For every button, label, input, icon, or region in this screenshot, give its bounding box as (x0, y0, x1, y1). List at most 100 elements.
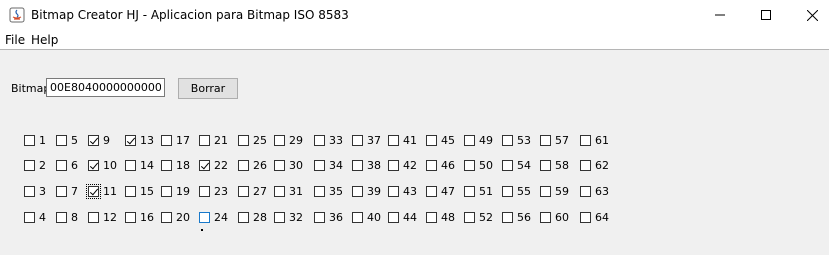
field-8-checkbox[interactable]: 8 (56, 210, 78, 224)
field-15-checkbox[interactable]: 15 (125, 184, 154, 198)
field-59-checkbox[interactable]: 59 (540, 184, 569, 198)
checkbox-empty-icon[interactable] (238, 134, 249, 146)
checkbox-empty-icon[interactable] (161, 211, 172, 223)
checkbox-empty-icon[interactable] (352, 159, 363, 171)
field-9-checkbox[interactable]: 9 (88, 133, 110, 147)
field-58-checkbox[interactable]: 58 (540, 158, 569, 172)
field-48-checkbox[interactable]: 48 (426, 210, 455, 224)
field-22-checkbox[interactable]: 22 (199, 158, 228, 172)
maximize-button[interactable] (743, 0, 789, 30)
checkbox-empty-icon[interactable] (502, 159, 513, 171)
field-55-checkbox[interactable]: 55 (502, 184, 531, 198)
field-30-checkbox[interactable]: 30 (274, 158, 303, 172)
field-25-checkbox[interactable]: 25 (238, 133, 267, 147)
field-33-checkbox[interactable]: 33 (314, 133, 343, 147)
menu-help[interactable]: Help (31, 33, 58, 47)
checkbox-empty-icon[interactable] (388, 159, 399, 171)
checkbox-empty-icon[interactable] (199, 185, 210, 197)
field-6-checkbox[interactable]: 6 (56, 158, 78, 172)
field-10-checkbox[interactable]: 10 (88, 158, 117, 172)
checkbox-empty-icon[interactable] (464, 134, 475, 146)
checkbox-empty-icon[interactable] (314, 134, 325, 146)
field-56-checkbox[interactable]: 56 (502, 210, 531, 224)
field-45-checkbox[interactable]: 45 (426, 133, 455, 147)
field-23-checkbox[interactable]: 23 (199, 184, 228, 198)
checkbox-empty-icon[interactable] (56, 159, 67, 171)
field-62-checkbox[interactable]: 62 (580, 158, 609, 172)
borrar-button[interactable]: Borrar (178, 78, 238, 99)
checkbox-empty-icon[interactable] (502, 185, 513, 197)
checkbox-empty-icon[interactable] (24, 211, 35, 223)
field-34-checkbox[interactable]: 34 (314, 158, 343, 172)
checkbox-empty-icon[interactable] (426, 159, 437, 171)
checkbox-empty-icon[interactable] (274, 185, 285, 197)
field-16-checkbox[interactable]: 16 (125, 210, 154, 224)
checkbox-empty-icon[interactable] (24, 159, 35, 171)
field-47-checkbox[interactable]: 47 (426, 184, 455, 198)
checkbox-empty-icon[interactable] (125, 159, 136, 171)
checkbox-empty-icon[interactable] (56, 211, 67, 223)
checkbox-empty-icon[interactable] (161, 159, 172, 171)
field-24-checkbox[interactable]: 24 (199, 210, 228, 224)
checkbox-empty-icon[interactable] (314, 185, 325, 197)
checkbox-empty-icon[interactable] (199, 134, 210, 146)
minimize-button[interactable] (697, 0, 743, 30)
checkbox-empty-icon[interactable] (161, 134, 172, 146)
field-13-checkbox[interactable]: 13 (125, 133, 154, 147)
field-52-checkbox[interactable]: 52 (464, 210, 493, 224)
checkbox-checked-icon[interactable] (88, 159, 99, 171)
checkbox-empty-icon[interactable] (352, 211, 363, 223)
checkbox-empty-icon[interactable] (580, 159, 591, 171)
field-36-checkbox[interactable]: 36 (314, 210, 343, 224)
field-3-checkbox[interactable]: 3 (24, 184, 46, 198)
field-21-checkbox[interactable]: 21 (199, 133, 228, 147)
checkbox-empty-icon[interactable] (56, 185, 67, 197)
checkbox-empty-icon[interactable] (238, 185, 249, 197)
field-44-checkbox[interactable]: 44 (388, 210, 417, 224)
field-37-checkbox[interactable]: 37 (352, 133, 381, 147)
checkbox-empty-icon[interactable] (502, 134, 513, 146)
checkbox-empty-icon[interactable] (88, 211, 99, 223)
field-63-checkbox[interactable]: 63 (580, 184, 609, 198)
checkbox-empty-icon[interactable] (426, 211, 437, 223)
checkbox-checked-icon[interactable] (88, 134, 99, 146)
field-4-checkbox[interactable]: 4 (24, 210, 46, 224)
close-button[interactable] (789, 0, 829, 30)
field-57-checkbox[interactable]: 57 (540, 133, 569, 147)
field-12-checkbox[interactable]: 12 (88, 210, 117, 224)
field-35-checkbox[interactable]: 35 (314, 184, 343, 198)
checkbox-empty-icon[interactable] (24, 134, 35, 146)
checkbox-empty-icon[interactable] (238, 159, 249, 171)
checkbox-empty-icon[interactable] (125, 211, 136, 223)
checkbox-empty-icon[interactable] (274, 159, 285, 171)
checkbox-empty-icon[interactable] (426, 185, 437, 197)
field-29-checkbox[interactable]: 29 (274, 133, 303, 147)
checkbox-checked-icon[interactable] (125, 134, 136, 146)
field-53-checkbox[interactable]: 53 (502, 133, 531, 147)
field-38-checkbox[interactable]: 38 (352, 158, 381, 172)
field-11-checkbox[interactable]: 11 (86, 183, 117, 199)
field-60-checkbox[interactable]: 60 (540, 210, 569, 224)
field-43-checkbox[interactable]: 43 (388, 184, 417, 198)
checkbox-empty-icon[interactable] (464, 159, 475, 171)
checkbox-empty-icon[interactable] (540, 159, 551, 171)
checkbox-empty-icon[interactable] (388, 211, 399, 223)
field-27-checkbox[interactable]: 27 (238, 184, 267, 198)
checkbox-empty-icon[interactable] (580, 211, 591, 223)
checkbox-empty-icon[interactable] (464, 211, 475, 223)
field-7-checkbox[interactable]: 7 (56, 184, 78, 198)
checkbox-checked-icon[interactable] (86, 183, 101, 199)
checkbox-empty-icon[interactable] (580, 134, 591, 146)
checkbox-checked-icon[interactable] (199, 159, 210, 171)
checkbox-empty-icon[interactable] (274, 134, 285, 146)
checkbox-empty-icon[interactable] (502, 211, 513, 223)
field-26-checkbox[interactable]: 26 (238, 158, 267, 172)
field-50-checkbox[interactable]: 50 (464, 158, 493, 172)
field-49-checkbox[interactable]: 49 (464, 133, 493, 147)
field-39-checkbox[interactable]: 39 (352, 184, 381, 198)
field-54-checkbox[interactable]: 54 (502, 158, 531, 172)
checkbox-empty-icon[interactable] (314, 211, 325, 223)
checkbox-empty-icon[interactable] (464, 185, 475, 197)
checkbox-empty-icon[interactable] (314, 159, 325, 171)
checkbox-empty-icon[interactable] (540, 185, 551, 197)
